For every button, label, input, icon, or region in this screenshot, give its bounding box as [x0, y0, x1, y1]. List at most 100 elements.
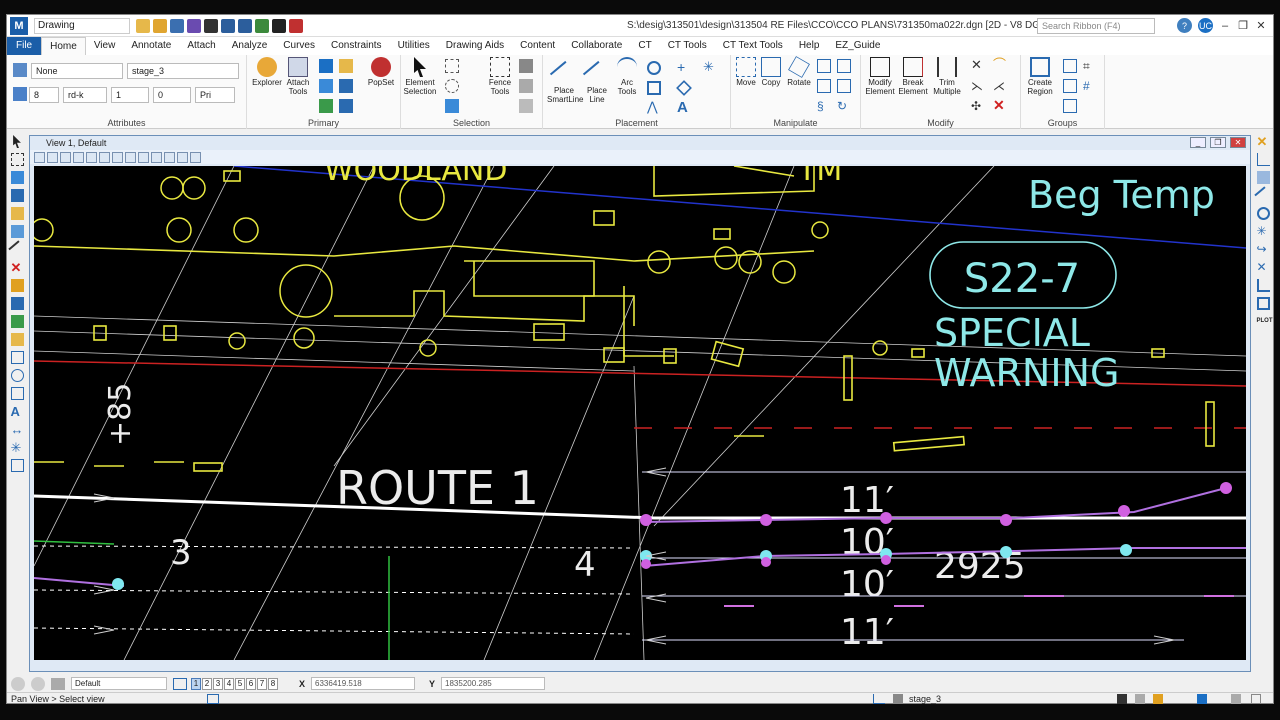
- flag-icon[interactable]: [289, 18, 303, 33]
- zoom-window-icon[interactable]: [10, 387, 24, 400]
- view-3-button[interactable]: 3: [213, 677, 223, 690]
- pointer-icon[interactable]: [272, 18, 286, 33]
- save-icon[interactable]: [204, 18, 218, 33]
- dimension-icon[interactable]: ↔: [11, 423, 24, 436]
- x-coordinate-field[interactable]: 6336419.518: [311, 677, 416, 690]
- key-icon[interactable]: [10, 207, 24, 220]
- explorer-button[interactable]: Explorer: [251, 57, 283, 87]
- tab-attach[interactable]: Attach: [179, 37, 223, 55]
- pencil-icon[interactable]: [10, 333, 24, 346]
- view-7-button[interactable]: 7: [257, 677, 267, 690]
- polygon-icon[interactable]: [676, 80, 692, 96]
- keypoint-snap-icon[interactable]: [1256, 153, 1270, 166]
- drawing-canvas[interactable]: S22-7 SPECIAL WARNING Beg Temp WOODLAND …: [34, 166, 1246, 660]
- tab-constraints[interactable]: Constraints: [323, 37, 390, 55]
- extend-icon[interactable]: ⋋: [971, 79, 985, 93]
- scale-icon[interactable]: [817, 59, 831, 73]
- named-group-icon[interactable]: [1063, 99, 1077, 113]
- view-select-icon[interactable]: [73, 151, 84, 163]
- properties-icon[interactable]: [170, 18, 184, 33]
- line-tool-icon[interactable]: [7, 240, 27, 259]
- y-coordinate-field[interactable]: 1835200.285: [441, 677, 546, 690]
- plot-icon[interactable]: PLOT: [1257, 315, 1273, 328]
- view-group-combo[interactable]: Default: [71, 677, 167, 690]
- references-icon[interactable]: [339, 79, 353, 93]
- fillet-icon[interactable]: ⌒: [993, 58, 1007, 73]
- levels-icon[interactable]: [339, 59, 353, 73]
- display-style-icon[interactable]: [47, 151, 58, 163]
- select-all-icon[interactable]: [445, 59, 459, 73]
- properties-icon[interactable]: [319, 59, 333, 73]
- restore-button[interactable]: ❐: [1237, 20, 1249, 32]
- view-close-button[interactable]: ✕: [1230, 137, 1246, 148]
- mirror-icon[interactable]: [817, 79, 831, 93]
- display-icon[interactable]: [339, 99, 353, 113]
- view-next-icon[interactable]: [177, 151, 188, 163]
- place-cell-icon[interactable]: [10, 459, 24, 472]
- line-style-combo[interactable]: rd-k: [63, 87, 107, 103]
- array-icon[interactable]: [837, 59, 851, 73]
- tab-utilities[interactable]: Utilities: [390, 37, 438, 55]
- break-element-button[interactable]: Break Element: [897, 57, 929, 96]
- rotate-button[interactable]: Rotate: [785, 56, 813, 87]
- close-button[interactable]: ✕: [1255, 20, 1267, 32]
- accudraw-icon[interactable]: [207, 694, 219, 704]
- settings-icon[interactable]: ✳: [11, 441, 24, 454]
- sync-icon[interactable]: [1197, 694, 1207, 704]
- intersect-icon[interactable]: ✕: [971, 58, 985, 73]
- tab-analyze[interactable]: Analyze: [224, 37, 276, 55]
- line-weight-combo[interactable]: 1: [111, 87, 149, 103]
- grid-icon[interactable]: #: [1083, 79, 1097, 93]
- zoom-in-icon[interactable]: [86, 151, 97, 163]
- ungroup-icon[interactable]: [1063, 79, 1077, 93]
- tab-file[interactable]: File: [7, 37, 42, 55]
- minimize-button[interactable]: –: [1219, 20, 1231, 32]
- bisector-snap-icon[interactable]: ↪: [1257, 243, 1270, 256]
- references-icon[interactable]: [187, 18, 201, 33]
- ribbon-search-input[interactable]: Search Ribbon (F4): [1037, 18, 1155, 34]
- tab-ct-text-tools[interactable]: CT Text Tools: [715, 37, 791, 55]
- models-icon[interactable]: [319, 79, 333, 93]
- text-tool-icon[interactable]: A: [11, 405, 24, 418]
- place-smartline-button[interactable]: Place SmartLine: [547, 57, 583, 104]
- chamfer-icon[interactable]: ⋌: [993, 79, 1007, 93]
- back-icon[interactable]: [11, 676, 25, 691]
- tab-view[interactable]: View: [86, 37, 124, 55]
- level-combo[interactable]: None: [31, 63, 123, 79]
- transparency-combo[interactable]: 0: [153, 87, 191, 103]
- circle-tool-icon[interactable]: [10, 369, 24, 382]
- view-restore-button[interactable]: ❐: [1210, 137, 1226, 148]
- stamp-icon[interactable]: [10, 297, 24, 310]
- undo-icon[interactable]: [221, 18, 235, 33]
- move-button[interactable]: Move: [733, 57, 759, 87]
- select-circle-icon[interactable]: [445, 79, 459, 93]
- help-icon[interactable]: ?: [1177, 18, 1192, 33]
- tab-help[interactable]: Help: [791, 37, 828, 55]
- cut-icon[interactable]: [519, 59, 533, 73]
- user-avatar[interactable]: UC: [1198, 18, 1213, 33]
- update-view-icon[interactable]: [60, 151, 71, 163]
- pan-view-icon[interactable]: [151, 151, 162, 163]
- raster-icon[interactable]: [319, 99, 333, 113]
- create-region-button[interactable]: Create Region: [1023, 57, 1057, 96]
- tab-drawing-aids[interactable]: Drawing Aids: [438, 37, 512, 55]
- snap-mode-icon[interactable]: [873, 694, 885, 704]
- select-arrow-icon[interactable]: [13, 135, 21, 148]
- view-2-button[interactable]: 2: [202, 677, 212, 690]
- copy-button[interactable]: Copy: [759, 57, 783, 87]
- tangent-snap-icon[interactable]: [1256, 279, 1270, 292]
- snap-off-icon[interactable]: ✕: [1257, 135, 1270, 148]
- workspace-dropdown[interactable]: Drawing: [34, 17, 130, 34]
- view-4-button[interactable]: 4: [224, 677, 234, 690]
- view-minimize-button[interactable]: _: [1190, 137, 1206, 148]
- partial-delete-icon[interactable]: ✣: [971, 99, 985, 113]
- home-icon[interactable]: [1153, 694, 1163, 704]
- group-icon[interactable]: [1063, 59, 1077, 73]
- origin-snap-icon[interactable]: ✳: [1257, 225, 1270, 238]
- message-center-icon[interactable]: [1231, 694, 1241, 704]
- fit-view-icon[interactable]: [125, 151, 136, 163]
- view-1-button[interactable]: 1: [191, 677, 201, 690]
- template-combo[interactable]: stage_3: [127, 63, 239, 79]
- point-icon[interactable]: +: [677, 60, 691, 75]
- popset-button[interactable]: PopSet: [365, 57, 397, 87]
